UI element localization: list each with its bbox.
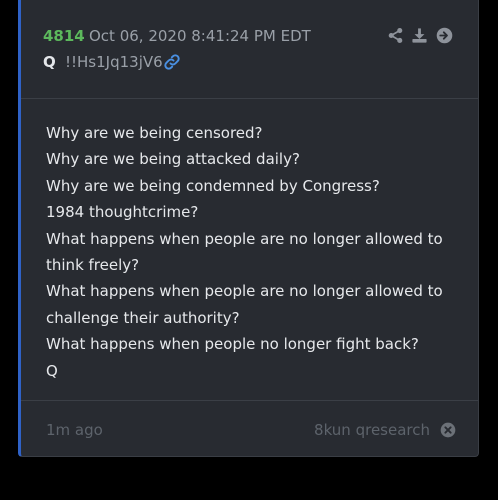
body-line: What happens when people are no longer a…: [46, 282, 443, 301]
body-line: Why are we being condemned by Congress?: [46, 176, 380, 195]
post-number[interactable]: 4814: [43, 27, 85, 45]
body-line: 1984 thoughtcrime?: [46, 203, 199, 222]
forward-icon[interactable]: [436, 27, 453, 44]
body-line: Why are we being censored?: [46, 124, 263, 142]
body-line: challenge their authority?: [46, 308, 240, 327]
body-line: Q: [46, 361, 58, 380]
close-circle-icon[interactable]: [440, 422, 456, 438]
source-label[interactable]: 8kun qresearch: [314, 421, 430, 439]
body-line: What happens when people are no longer a…: [46, 229, 443, 248]
author-name: Q: [43, 53, 56, 71]
post-card: 4814 Oct 06, 2020 8:41:24 PM EDT Q !!Hs1…: [18, 0, 479, 457]
post-body: Why are we being censored? Why are we be…: [46, 120, 468, 384]
download-icon[interactable]: [411, 27, 428, 44]
timeago: 1m ago: [46, 421, 103, 439]
tripcode: !!Hs1Jq13jV6: [65, 53, 163, 71]
post-header: 4814 Oct 06, 2020 8:41:24 PM EDT Q !!Hs1…: [21, 0, 478, 99]
post-footer: 1m ago 8kun qresearch: [21, 400, 478, 456]
link-icon[interactable]: [163, 53, 181, 71]
body-line: What happens when people no longer fight…: [46, 335, 419, 354]
share-icon[interactable]: [387, 27, 404, 44]
body-line: think freely?: [46, 256, 140, 275]
body-line: Why are we being attacked daily?: [46, 150, 300, 169]
post-date: Oct 06, 2020 8:41:24 PM EDT: [89, 27, 311, 45]
